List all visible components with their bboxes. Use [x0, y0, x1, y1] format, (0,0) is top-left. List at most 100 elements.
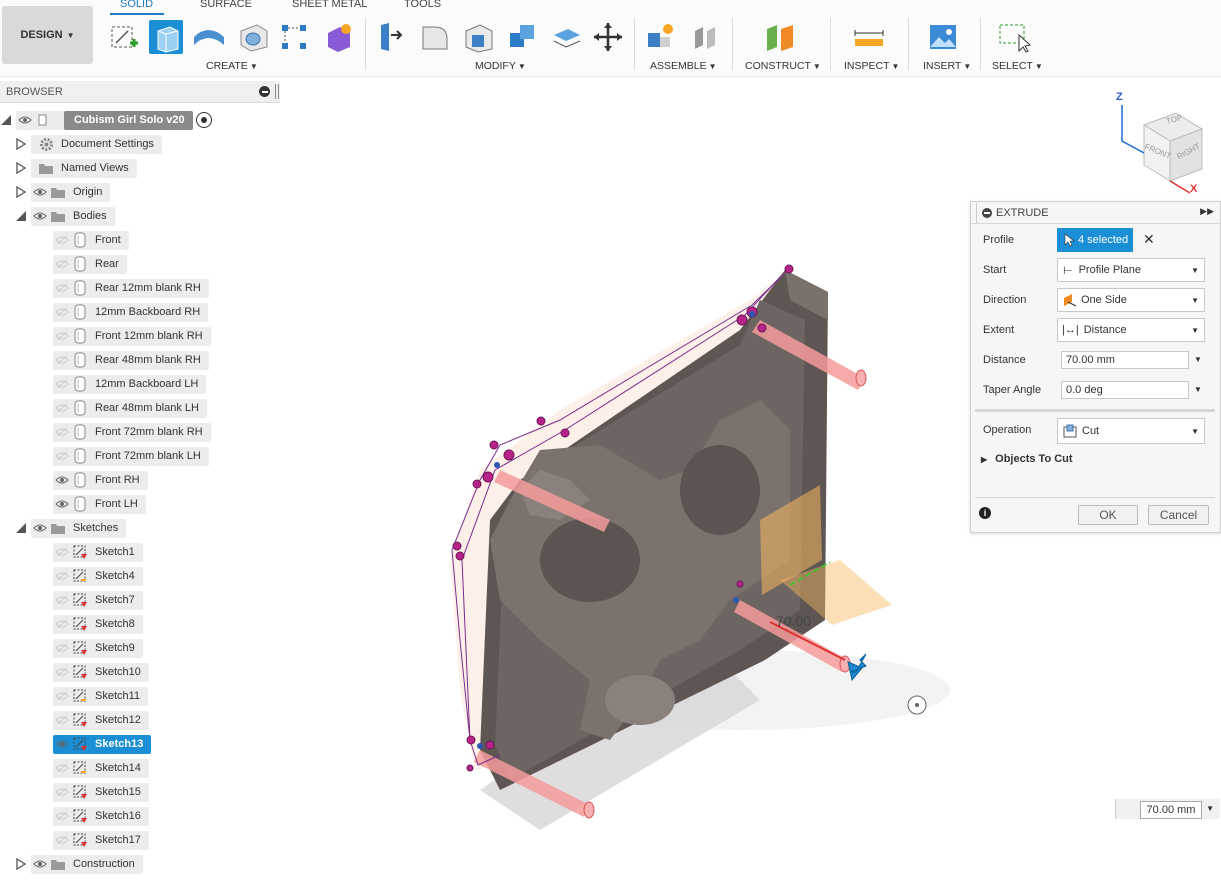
- fillet-icon[interactable]: [418, 20, 452, 54]
- taper-angle-field[interactable]: 0.0 deg: [1061, 381, 1189, 399]
- tree-sketch-item[interactable]: Sketch16: [0, 805, 149, 827]
- assemble-menu[interactable]: ASSEMBLE ▼: [650, 60, 717, 72]
- expand-triangle-icon[interactable]: [15, 162, 27, 174]
- tree-sketch-item[interactable]: Sketch4: [0, 565, 143, 587]
- eye-hidden-icon[interactable]: [53, 615, 71, 634]
- collapse-triangle-icon[interactable]: [15, 210, 27, 222]
- select-window-icon[interactable]: [997, 20, 1031, 54]
- tree-sketch-item[interactable]: Sketch10: [0, 661, 149, 683]
- distance-field[interactable]: 70.00 mm: [1061, 351, 1189, 369]
- construct-menu[interactable]: CONSTRUCT ▼: [745, 60, 821, 72]
- collapse-triangle-icon[interactable]: [15, 522, 27, 534]
- sketch-point-selected[interactable]: [477, 743, 483, 749]
- cancel-button[interactable]: Cancel: [1148, 505, 1209, 525]
- tree-body-item[interactable]: 12mm Backboard RH: [0, 301, 209, 323]
- eye-hidden-icon[interactable]: [53, 327, 71, 346]
- tree-body-item[interactable]: 12mm Backboard LH: [0, 373, 207, 395]
- eye-hidden-icon[interactable]: [53, 423, 71, 442]
- tab-tools[interactable]: TOOLS: [404, 0, 441, 10]
- tree-body-item[interactable]: Front 12mm blank RH: [0, 325, 211, 347]
- expand-dialog-icon[interactable]: ▶▶: [1200, 206, 1214, 217]
- eye-icon[interactable]: [31, 207, 49, 226]
- tab-surface[interactable]: SURFACE: [200, 0, 252, 10]
- operation-dropdown[interactable]: Cut ▼: [1057, 418, 1205, 444]
- eye-hidden-icon[interactable]: [53, 279, 71, 298]
- offset-plane-icon[interactable]: [763, 20, 797, 54]
- tree-sketch-item[interactable]: Sketch14: [0, 757, 149, 779]
- eye-hidden-icon[interactable]: [53, 807, 71, 826]
- ok-button[interactable]: OK: [1078, 505, 1138, 525]
- tree-sketch-item[interactable]: Sketch7: [0, 589, 143, 611]
- sketch-point[interactable]: [736, 314, 748, 326]
- eye-hidden-icon[interactable]: [53, 711, 71, 730]
- move-copy-icon[interactable]: [591, 20, 625, 54]
- tree-body-item[interactable]: Rear 12mm blank RH: [0, 277, 209, 299]
- shell-icon[interactable]: [461, 20, 495, 54]
- tree-sketch-item[interactable]: Sketch17: [0, 829, 149, 851]
- sketch-point[interactable]: [455, 551, 465, 561]
- sketch-point[interactable]: [472, 479, 482, 489]
- expand-triangle-icon[interactable]: ▶: [981, 455, 987, 464]
- eye-icon[interactable]: [53, 495, 71, 514]
- tree-body-item[interactable]: Rear 48mm blank RH: [0, 349, 209, 371]
- revolve-icon[interactable]: [192, 20, 226, 54]
- tree-sketch-item[interactable]: Sketch8: [0, 613, 143, 635]
- extent-dropdown[interactable]: |↔| Distance ▼: [1057, 318, 1205, 342]
- create-sketch-icon[interactable]: [107, 20, 141, 54]
- sketch-point[interactable]: [489, 440, 499, 450]
- insert-menu[interactable]: INSERT ▼: [923, 60, 971, 72]
- eye-hidden-icon[interactable]: [53, 783, 71, 802]
- activate-radio-icon[interactable]: [195, 112, 212, 128]
- tree-body-item[interactable]: Front: [0, 229, 129, 251]
- tree-document-settings[interactable]: Document Settings: [0, 133, 162, 155]
- eye-hidden-icon[interactable]: [53, 591, 71, 610]
- tree-named-views[interactable]: Named Views: [0, 157, 137, 179]
- tree-sketch-item[interactable]: Sketch1: [0, 541, 143, 563]
- eye-icon[interactable]: [16, 111, 34, 130]
- sketch-point[interactable]: [560, 428, 570, 438]
- eye-hidden-icon[interactable]: [53, 375, 71, 394]
- collapse-dialog-icon[interactable]: [982, 207, 992, 218]
- clear-selection-icon[interactable]: ✕: [1143, 231, 1155, 248]
- browser-root-row[interactable]: Cubism Girl Solo v20: [0, 109, 212, 131]
- tree-body-item[interactable]: Rear: [0, 253, 127, 275]
- joint-icon[interactable]: [688, 20, 722, 54]
- sketch-point[interactable]: [485, 740, 495, 750]
- eye-hidden-icon[interactable]: [53, 543, 71, 562]
- eye-hidden-icon[interactable]: [53, 687, 71, 706]
- expand-triangle-icon[interactable]: [15, 858, 27, 870]
- eye-icon[interactable]: [53, 471, 71, 490]
- eye-hidden-icon[interactable]: [53, 639, 71, 658]
- eye-hidden-icon[interactable]: [53, 231, 71, 250]
- sketch-point-selected[interactable]: [494, 462, 500, 468]
- select-menu[interactable]: SELECT ▼: [992, 60, 1043, 72]
- new-component-icon[interactable]: [643, 20, 677, 54]
- sketch-point[interactable]: [482, 471, 494, 483]
- eye-hidden-icon[interactable]: [53, 399, 71, 418]
- eye-icon[interactable]: [31, 183, 49, 202]
- combine-icon[interactable]: [505, 20, 539, 54]
- offset-face-icon[interactable]: [549, 20, 583, 54]
- direction-dropdown[interactable]: One Side ▼: [1057, 288, 1205, 312]
- create-form-icon[interactable]: [321, 20, 355, 54]
- browser-pin-icon[interactable]: [275, 84, 279, 99]
- modify-menu[interactable]: MODIFY ▼: [475, 60, 526, 72]
- measure-icon[interactable]: [852, 20, 886, 54]
- tree-origin[interactable]: Origin: [0, 181, 111, 203]
- sketch-point[interactable]: [466, 764, 474, 772]
- sketch-point-selected[interactable]: [749, 311, 755, 317]
- expand-triangle-icon[interactable]: [15, 186, 27, 198]
- dialog-grip-icon[interactable]: [971, 202, 977, 223]
- objects-to-cut-section[interactable]: ▶ Objects To Cut: [981, 453, 1073, 465]
- collapse-browser-icon[interactable]: [259, 86, 270, 97]
- profile-selector[interactable]: 4 selected: [1057, 228, 1133, 252]
- tree-body-item[interactable]: Front RH: [0, 469, 148, 491]
- tree-bodies[interactable]: Bodies: [0, 205, 115, 227]
- distance-field-dropdown-icon[interactable]: ▼: [1194, 355, 1202, 364]
- sketch-point[interactable]: [452, 541, 462, 551]
- eye-hidden-icon[interactable]: [53, 351, 71, 370]
- create-menu[interactable]: CREATE ▼: [206, 60, 258, 72]
- press-pull-icon[interactable]: [374, 20, 408, 54]
- info-icon[interactable]: i: [979, 507, 991, 519]
- sketch-point[interactable]: [736, 580, 744, 588]
